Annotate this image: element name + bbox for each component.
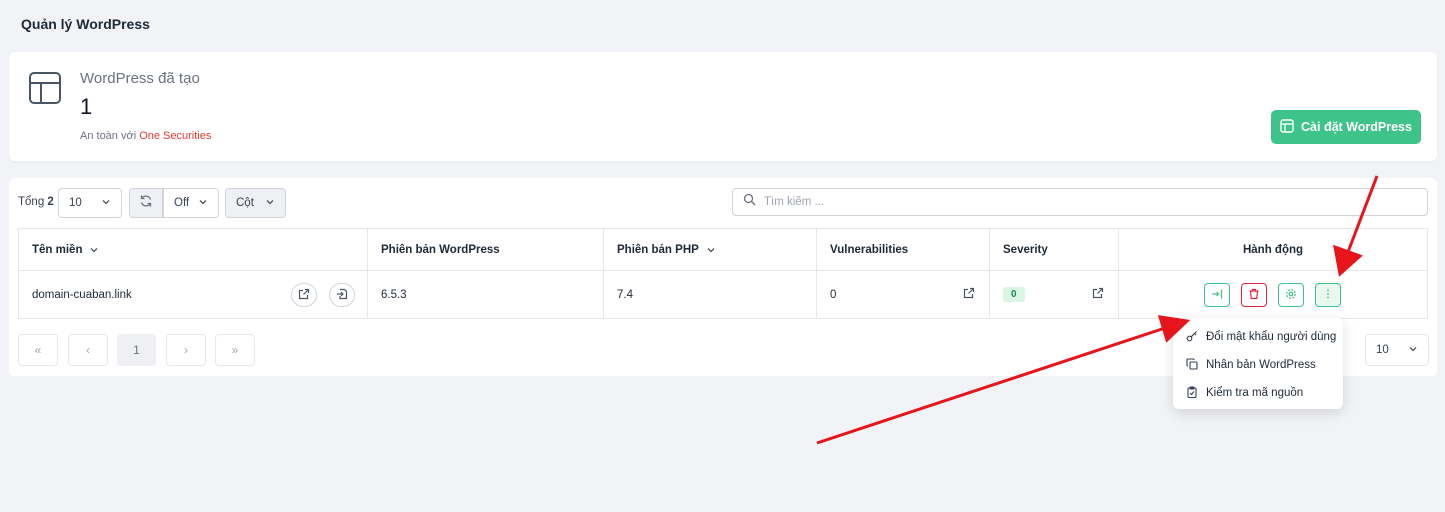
severity-badge: 0 [1003, 287, 1025, 302]
per-page-select[interactable]: 10 [1365, 334, 1429, 366]
cell-actions [1119, 271, 1427, 318]
col-header-php-version[interactable]: Phiên bản PHP [604, 229, 817, 270]
key-icon [1186, 330, 1198, 345]
chevron-down-icon [101, 197, 111, 210]
menu-item-change-password[interactable]: Đổi mật khẩu người dùng [1173, 323, 1343, 351]
delete-button[interactable] [1241, 283, 1267, 307]
col-header-vulnerabilities: Vulnerabilities [817, 229, 990, 270]
more-vertical-icon [1322, 288, 1334, 303]
menu-item-label: Nhân bản WordPress [1206, 359, 1316, 371]
pagination-next[interactable]: › [166, 334, 206, 366]
col-header-label: Vulnerabilities [830, 243, 909, 256]
pagination-first[interactable]: « [18, 334, 58, 366]
page-size-select[interactable]: 10 [58, 188, 122, 218]
cell-severity: 0 [990, 271, 1119, 318]
refresh-button[interactable] [129, 188, 163, 218]
refresh-icon [139, 194, 153, 213]
menu-item-label: Đổi mật khẩu người dùng [1206, 331, 1337, 343]
external-link-icon[interactable] [963, 287, 975, 299]
stat-value: 1 [80, 94, 93, 119]
chevron-down-icon [1408, 344, 1418, 357]
col-header-severity: Severity [990, 229, 1119, 270]
menu-item-check-source[interactable]: Kiểm tra mã nguồn [1173, 379, 1343, 407]
per-page-value: 10 [1376, 344, 1389, 356]
stat-label: WordPress đã tạo [80, 70, 200, 87]
menu-item-clone-wordpress[interactable]: Nhân bản WordPress [1173, 351, 1343, 379]
total-label: Tổng [18, 196, 45, 208]
trash-icon [1248, 288, 1260, 303]
col-header-domain[interactable]: Tên miền [19, 229, 368, 270]
chevron-down-icon [89, 245, 99, 255]
stat-subtext-prefix: An toàn với [80, 130, 137, 142]
columns-label: Cột [236, 197, 254, 209]
chevron-down-icon [198, 197, 208, 210]
table-row: domain-cuaban.link 6.5.3 7.4 0 0 [19, 271, 1427, 318]
total-value: 2 [47, 196, 54, 208]
table-header-row: Tên miền Phiên bản WordPress Phiên bản P… [19, 229, 1427, 271]
more-actions-button[interactable] [1315, 283, 1341, 307]
login-icon [1211, 288, 1223, 303]
clipboard-check-icon [1186, 385, 1198, 401]
domain-text: domain-cuaban.link [32, 288, 132, 301]
col-header-label: Tên miền [32, 243, 83, 256]
col-header-label: Phiên bản WordPress [381, 243, 500, 256]
layout-icon [1280, 118, 1294, 136]
more-actions-menu: Đổi mật khẩu người dùng Nhân bản WordPre… [1173, 318, 1343, 409]
total-count: Tổng 2 [18, 196, 54, 208]
pagination-last[interactable]: » [215, 334, 255, 366]
search-icon [743, 193, 756, 211]
col-header-label: Hành động [1242, 243, 1304, 256]
menu-item-label: Kiểm tra mã nguồn [1206, 387, 1304, 399]
col-header-actions: Hành động [1119, 229, 1427, 270]
install-wordpress-label: Cài đặt WordPress [1301, 120, 1412, 134]
layout-icon [28, 71, 62, 105]
cell-wp-version: 6.5.3 [368, 271, 604, 318]
col-header-label: Phiên bản PHP [617, 243, 699, 256]
install-wordpress-button[interactable]: Cài đặt WordPress [1271, 110, 1421, 144]
col-header-label: Severity [1003, 243, 1048, 256]
file-import-icon [336, 288, 348, 303]
pagination-prev[interactable]: ‹ [68, 334, 108, 366]
col-header-wp-version: Phiên bản WordPress [368, 229, 604, 270]
columns-select[interactable]: Cột [225, 188, 286, 218]
page-size-value: 10 [69, 197, 82, 209]
settings-button[interactable] [1278, 283, 1304, 307]
open-site-button[interactable] [291, 283, 317, 307]
external-link-icon [298, 288, 310, 303]
gear-icon [1285, 288, 1297, 303]
row-actions [1204, 283, 1341, 307]
cell-vulnerabilities: 0 [817, 271, 990, 318]
auto-refresh-select[interactable]: Off [163, 188, 219, 218]
chevron-down-icon [706, 245, 716, 255]
stat-subtext: An toàn với One Securities [80, 130, 211, 142]
login-button[interactable] [1204, 283, 1230, 307]
page-title: Quản lý WordPress [21, 16, 150, 32]
cell-domain: domain-cuaban.link [19, 271, 368, 318]
copy-icon [1186, 357, 1198, 373]
chevron-down-icon [265, 197, 275, 210]
wordpress-stat-card: WordPress đã tạo 1 An toàn với One Secur… [9, 52, 1437, 161]
brand-link[interactable]: One Securities [139, 130, 211, 142]
pagination-page-1[interactable]: 1 [117, 334, 156, 366]
vulnerabilities-count: 0 [830, 288, 837, 301]
search-input[interactable] [764, 196, 1417, 208]
external-link-icon[interactable] [1092, 287, 1104, 299]
login-admin-button[interactable] [329, 283, 355, 307]
wordpress-table: Tên miền Phiên bản WordPress Phiên bản P… [18, 228, 1428, 319]
auto-refresh-value: Off [174, 197, 190, 209]
cell-php-version: 7.4 [604, 271, 817, 318]
search-box [732, 188, 1428, 216]
